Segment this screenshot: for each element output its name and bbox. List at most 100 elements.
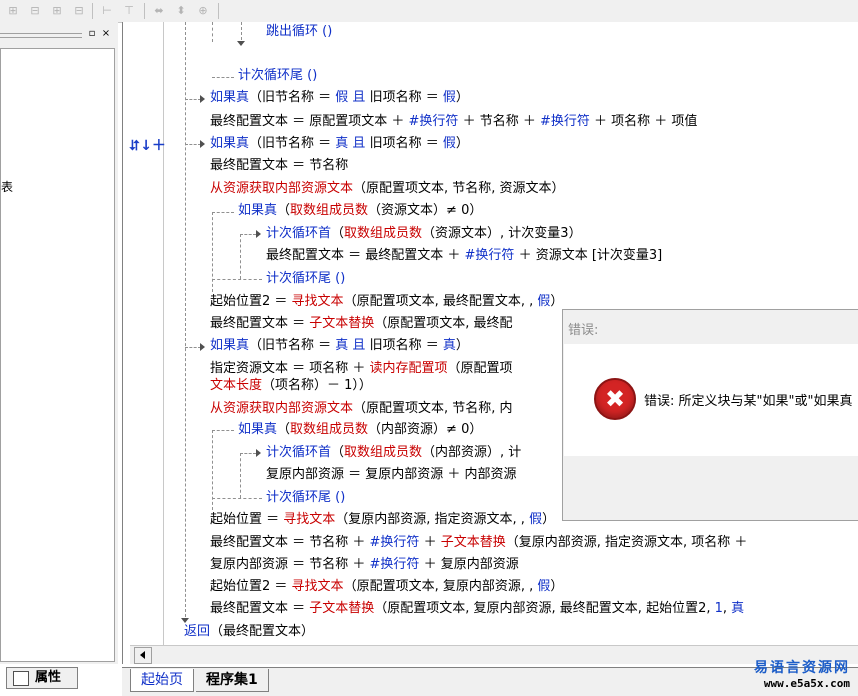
flow-arrow-icon	[200, 343, 205, 351]
pin-icon[interactable]: ▫	[86, 28, 98, 40]
align-left-icon[interactable]: ⊞	[4, 2, 22, 19]
dialog-body: ✖ 错误: 所定义块与某"如果"或"如果真	[564, 344, 858, 456]
code-line[interactable]: 最终配置文本 ＝ 原配置项文本 ＋ #换行符 ＋ 节名称 ＋ #换行符 ＋ 项名…	[210, 112, 697, 132]
code-token: （内部资源）, 计	[422, 445, 522, 460]
code-line[interactable]: 计次循环尾 ()	[266, 269, 345, 289]
code-line[interactable]: 复原内部资源 ＝ 复原内部资源 ＋ 内部资源	[266, 465, 517, 485]
code-token: 取数组成员数	[290, 422, 369, 437]
code-line[interactable]: 最终配置文本 ＝ 节名称	[210, 156, 348, 176]
dialog-title: 错误:	[568, 323, 599, 338]
error-dialog[interactable]: 错误: ✖ 错误: 所定义块与某"如果"或"如果真	[562, 309, 858, 521]
code-token: #换行符	[408, 114, 459, 129]
watermark: 易语言资源网 www.e5a5x.com	[754, 657, 850, 690]
panel-grip[interactable]	[0, 33, 82, 38]
code-line[interactable]: 起始位置2 ＝ 寻找文本（原配置项文本, 最终配置文本, , 假）	[210, 292, 563, 312]
distribute-horizontal-icon[interactable]: ⊢	[98, 2, 116, 19]
code-token: （原配置项文本, 节名称, 内	[353, 401, 513, 416]
code-token: 1	[714, 601, 723, 616]
code-token: 取数组成员数	[344, 445, 423, 460]
code-token: 旧项名称 ＝	[369, 338, 443, 353]
code-line[interactable]: 最终配置文本 ＝ 子文本替换（原配置项文本, 最终配	[210, 314, 513, 334]
code-line[interactable]: 从资源获取内部资源文本（原配置项文本, 节名称, 资源文本）	[210, 179, 565, 199]
error-glyph: ✖	[604, 385, 626, 413]
code-line[interactable]: 复原内部资源 ＝ 节名称 ＋ #换行符 ＋ 复原内部资源	[210, 555, 519, 575]
code-token: （复原内部资源, 指定资源文本, ,	[335, 512, 530, 527]
code-line[interactable]: 返回（最终配置文本）	[184, 622, 314, 642]
code-token: 且	[348, 90, 370, 105]
flow-guide	[212, 22, 213, 42]
code-line[interactable]: 计次循环尾 ()	[238, 66, 317, 86]
property-tab[interactable]: 属性	[6, 667, 78, 689]
code-line[interactable]: 最终配置文本 ＝ 节名称 ＋ #换行符 ＋ 子文本替换（复原内部资源, 指定资源…	[210, 533, 747, 553]
code-token: #换行符	[539, 114, 590, 129]
flow-guide	[212, 430, 234, 431]
code-token: 跳出循环 ()	[266, 24, 333, 39]
tab-start-page[interactable]: 起始页	[130, 669, 194, 692]
code-token: （	[277, 422, 291, 437]
code-line[interactable]: 起始位置2 ＝ 寻找文本（原配置项文本, 复原内部资源, , 假）	[210, 577, 563, 597]
close-icon[interactable]: ×	[100, 28, 112, 40]
code-token: （原配置项文本, 复原内部资源, 最终配置文本, 起始位置2,	[374, 601, 715, 616]
code-token: 从资源获取内部资源文本	[210, 181, 354, 196]
code-line[interactable]: 如果真（取数组成员数（资源文本）≠ 0）	[238, 201, 482, 221]
gutter-divider	[163, 22, 164, 664]
code-token: 寻找文本	[291, 294, 344, 309]
document-tabbar: 起始页 程序集1	[122, 667, 858, 696]
code-line[interactable]: 从资源获取内部资源文本（原配置项文本, 节名称, 内	[210, 399, 513, 419]
code-token: 旧项名称 ＝	[369, 90, 443, 105]
flow-guide	[240, 453, 256, 454]
align-right-icon[interactable]: ⊞	[48, 2, 66, 19]
code-token: 最终配置文本 ＝	[210, 316, 310, 331]
code-token: （旧节名称 ＝	[249, 136, 336, 151]
align-bottom-icon[interactable]: ⊤	[120, 2, 138, 19]
breakpoint-marker-icon[interactable]: ⮃↓＋	[129, 135, 166, 155]
code-token: （复原内部资源, 指定资源文本, 项名称 ＋	[505, 535, 748, 550]
flow-guide	[212, 498, 262, 499]
code-token: 假	[335, 90, 349, 105]
code-line[interactable]: 如果真（取数组成员数（内部资源）≠ 0）	[238, 420, 482, 440]
panel-header: ▫ ×	[0, 25, 118, 41]
code-line[interactable]: 起始位置 ＝ 寻找文本（复原内部资源, 指定资源文本, , 假）	[210, 510, 555, 530]
code-token: （原配置项文本, 最终配	[374, 316, 513, 331]
same-size-icon[interactable]: ⊕	[194, 2, 212, 19]
flow-guide	[212, 279, 262, 280]
code-line[interactable]: 跳出循环 ()	[266, 22, 332, 42]
code-line[interactable]: 计次循环首（取数组成员数（资源文本）, 计次变量3）	[266, 224, 582, 244]
code-token: 计次循环尾 ()	[266, 271, 346, 286]
code-line[interactable]: 如果真（旧节名称 ＝ 真 且 旧项名称 ＝ 真）	[210, 336, 469, 356]
code-line[interactable]: 如果真（旧节名称 ＝ 假 且 旧项名称 ＝ 假）	[210, 88, 469, 108]
code-line[interactable]: 计次循环首（取数组成员数（内部资源）, 计	[266, 443, 521, 463]
same-width-icon[interactable]: ⬌	[150, 2, 168, 19]
code-line[interactable]: 计次循环尾 ()	[266, 488, 345, 508]
code-token: 读内存配置项	[369, 361, 448, 376]
code-line[interactable]: 最终配置文本 ＝ 子文本替换（原配置项文本, 复原内部资源, 最终配置文本, 起…	[210, 599, 744, 619]
code-token: 且	[348, 338, 370, 353]
code-token: （	[277, 203, 291, 218]
code-line[interactable]: 最终配置文本 ＝ 最终配置文本 ＋ #换行符 ＋ 资源文本 [计次变量3]	[266, 246, 662, 266]
align-center-icon[interactable]: ⊟	[26, 2, 44, 19]
align-top-icon[interactable]: ⊟	[70, 2, 88, 19]
code-token: 复原内部资源 ＝ 复原内部资源 ＋ 内部资源	[266, 467, 517, 482]
code-token: （项名称）－ 1））	[262, 378, 372, 393]
code-token: 最终配置文本 ＝	[210, 601, 310, 616]
tab-program-set[interactable]: 程序集1	[196, 669, 269, 692]
code-token: 寻找文本	[291, 579, 344, 594]
flow-arrow-icon	[256, 230, 261, 238]
code-token: 起始位置 ＝	[210, 512, 284, 527]
flow-arrow-icon	[200, 95, 205, 103]
flow-guide	[240, 234, 241, 279]
code-line[interactable]: 如果真（旧节名称 ＝ 真 且 旧项名称 ＝ 假）	[210, 134, 469, 154]
flow-guide	[185, 347, 201, 348]
code-token: 子文本替换	[440, 535, 506, 550]
code-token: ）	[550, 579, 564, 594]
scroll-left-icon[interactable]	[134, 647, 152, 664]
flow-arrow-icon	[237, 41, 245, 46]
flow-guide	[185, 22, 186, 622]
code-line[interactable]: 文本长度（项名称）－ 1））	[210, 376, 372, 396]
same-height-icon[interactable]: ⬍	[172, 2, 190, 19]
toolbar: ⊞ ⊟ ⊞ ⊟ ⊢ ⊤ ⬌ ⬍ ⊕	[0, 0, 858, 23]
code-token: ＋ 节名称 ＋	[458, 114, 540, 129]
flow-guide	[212, 77, 234, 78]
horizontal-scrollbar[interactable]	[130, 645, 858, 664]
flow-guide	[185, 144, 201, 145]
